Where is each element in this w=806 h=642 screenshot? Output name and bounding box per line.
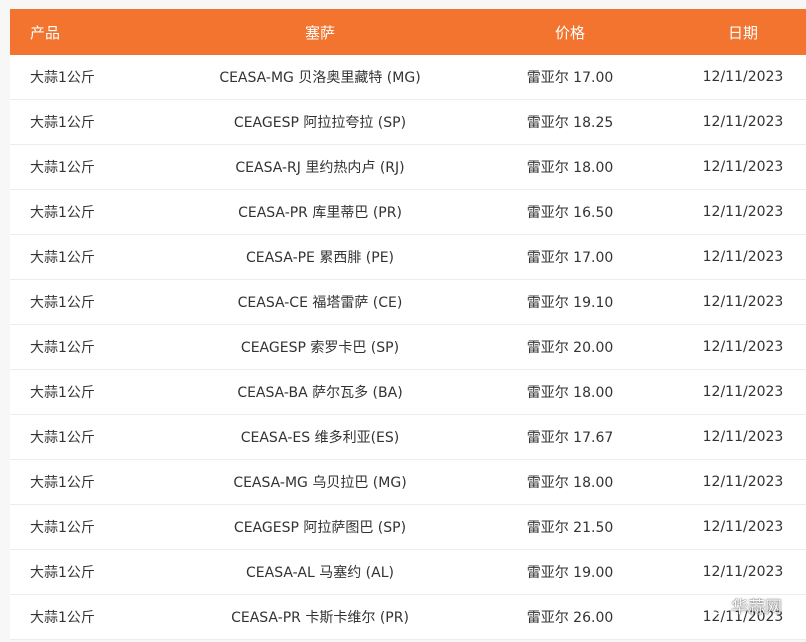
cell-product: 大蒜1公斤 xyxy=(10,459,160,505)
cell-market: CEAGESP 阿拉萨图巴 (SP) xyxy=(160,504,480,550)
cell-product: 大蒜1公斤 xyxy=(10,189,160,235)
cell-date: 12/11/2023 xyxy=(660,279,806,325)
column-header-product[interactable]: 产品 xyxy=(10,9,160,55)
cell-date: 12/11/2023 xyxy=(660,144,806,190)
cell-market: CEASA-AL 马塞约 (AL) xyxy=(160,549,480,595)
cell-product: 大蒜1公斤 xyxy=(10,99,160,145)
cell-price: 雷亚尔 17.00 xyxy=(480,55,660,100)
table-row: 大蒜1公斤 CEASA-ES 维多利亚(ES) 雷亚尔 17.67 12/11/202… xyxy=(10,414,806,460)
cell-price: 雷亚尔 20.00 xyxy=(480,324,660,370)
cell-price: 雷亚尔 18.00 xyxy=(480,459,660,505)
cell-price: 雷亚尔 17.67 xyxy=(480,414,660,460)
cell-market: CEASA-PE 累西腓 (PE) xyxy=(160,234,480,280)
cell-market: CEASA-MG 乌贝拉巴 (MG) xyxy=(160,459,480,505)
cell-price: 雷亚尔 18.00 xyxy=(480,369,660,415)
table-row: 大蒜1公斤 CEASA-PE 累西腓 (PE) 雷亚尔 17.00 12/11/202… xyxy=(10,234,806,280)
cell-price: 雷亚尔 19.00 xyxy=(480,549,660,595)
cell-date: 12/11/2023 xyxy=(660,414,806,460)
table-row: 大蒜1公斤 CEAGESP 阿拉萨图巴 (SP) 雷亚尔 21.50 12/11/20… xyxy=(10,504,806,550)
table-row: 大蒜1公斤 CEASA-RJ 里约热内卢 (RJ) 雷亚尔 18.00 12/11/2… xyxy=(10,144,806,190)
cell-product: 大蒜1公斤 xyxy=(10,144,160,190)
cell-product: 大蒜1公斤 xyxy=(10,594,160,640)
table-row: 大蒜1公斤 CEAGESP 索罗卡巴 (SP) 雷亚尔 20.00 12/11/202… xyxy=(10,324,806,370)
cell-date: 12/11/2023 xyxy=(660,549,806,595)
table-row: 大蒜1公斤 CEASA-MG 贝洛奥里藏特 (MG) 雷亚尔 17.00 12/11/… xyxy=(10,55,806,100)
cell-market: CEASA-BA 萨尔瓦多 (BA) xyxy=(160,369,480,415)
table-header-row: 产品 塞萨 价格 日期 xyxy=(10,9,806,55)
cell-price: 雷亚尔 21.50 xyxy=(480,504,660,550)
cell-market: CEASA-RJ 里约热内卢 (RJ) xyxy=(160,144,480,190)
cell-product: 大蒜1公斤 xyxy=(10,549,160,595)
table-row: 大蒜1公斤 CEASA-MG 乌贝拉巴 (MG) 雷亚尔 18.00 12/11/20… xyxy=(10,459,806,505)
cell-product: 大蒜1公斤 xyxy=(10,414,160,460)
cell-market: CEASA-MG 贝洛奥里藏特 (MG) xyxy=(160,55,480,100)
cell-price: 雷亚尔 26.00 xyxy=(480,594,660,640)
cell-date: 12/11/2023 xyxy=(660,189,806,235)
cell-product: 大蒜1公斤 xyxy=(10,279,160,325)
cell-date: 12/11/2023 xyxy=(660,369,806,415)
table-row: 大蒜1公斤 CEASA-PR 卡斯卡维尔 (PR) 雷亚尔 26.00 12/11/2… xyxy=(10,594,806,640)
column-header-market[interactable]: 塞萨 xyxy=(160,9,480,55)
cell-date: 12/11/2023 xyxy=(660,504,806,550)
cell-date: 12/11/2023 xyxy=(660,99,806,145)
table-row: 大蒜1公斤 CEASA-BA 萨尔瓦多 (BA) 雷亚尔 18.00 12/11/20… xyxy=(10,369,806,415)
cell-product: 大蒜1公斤 xyxy=(10,369,160,415)
cell-product: 大蒜1公斤 xyxy=(10,234,160,280)
cell-price: 雷亚尔 16.50 xyxy=(480,189,660,235)
table-row: 大蒜1公斤 CEASA-CE 福塔雷萨 (CE) 雷亚尔 19.10 12/11/20… xyxy=(10,279,806,325)
cell-market: CEASA-CE 福塔雷萨 (CE) xyxy=(160,279,480,325)
cell-market: CEASA-PR 卡斯卡维尔 (PR) xyxy=(160,594,480,640)
cell-market: CEASA-ES 维多利亚(ES) xyxy=(160,414,480,460)
cell-date: 12/11/2023 xyxy=(660,55,806,100)
price-table: 产品 塞萨 价格 日期 大蒜1公斤 CEASA-MG 贝洛奥里藏特 (MG) 雷亚尔… xyxy=(10,9,806,640)
table-row: 大蒜1公斤 CEASA-PR 库里蒂巴 (PR) 雷亚尔 16.50 12/11/20… xyxy=(10,189,806,235)
cell-product: 大蒜1公斤 xyxy=(10,324,160,370)
cell-price: 雷亚尔 18.25 xyxy=(480,99,660,145)
cell-product: 大蒜1公斤 xyxy=(10,504,160,550)
cell-market: CEASA-PR 库里蒂巴 (PR) xyxy=(160,189,480,235)
cell-product: 大蒜1公斤 xyxy=(10,55,160,100)
column-header-price[interactable]: 价格 xyxy=(480,9,660,55)
watermark-text: 华蒜网 xyxy=(731,598,782,618)
page: 产品 塞萨 价格 日期 大蒜1公斤 CEASA-MG 贝洛奥里藏特 (MG) 雷亚尔… xyxy=(0,0,806,642)
wechat-icon xyxy=(703,596,725,616)
cell-date: 12/11/2023 xyxy=(660,324,806,370)
table-row: 大蒜1公斤 CEASA-AL 马塞约 (AL) 雷亚尔 19.00 12/11/202… xyxy=(10,549,806,595)
table-row: 大蒜1公斤 CEAGESP 阿拉拉夸拉 (SP) 雷亚尔 18.25 12/11/20… xyxy=(10,99,806,145)
watermark: 华蒜网 xyxy=(703,593,782,618)
cell-date: 12/11/2023 xyxy=(660,234,806,280)
column-header-date[interactable]: 日期 xyxy=(660,9,806,55)
cell-date: 12/11/2023 xyxy=(660,459,806,505)
cell-price: 雷亚尔 18.00 xyxy=(480,144,660,190)
cell-price: 雷亚尔 19.10 xyxy=(480,279,660,325)
cell-market: CEAGESP 阿拉拉夸拉 (SP) xyxy=(160,99,480,145)
cell-price: 雷亚尔 17.00 xyxy=(480,234,660,280)
cell-market: CEAGESP 索罗卡巴 (SP) xyxy=(160,324,480,370)
table-body: 大蒜1公斤 CEASA-MG 贝洛奥里藏特 (MG) 雷亚尔 17.00 12/11/… xyxy=(10,55,806,640)
